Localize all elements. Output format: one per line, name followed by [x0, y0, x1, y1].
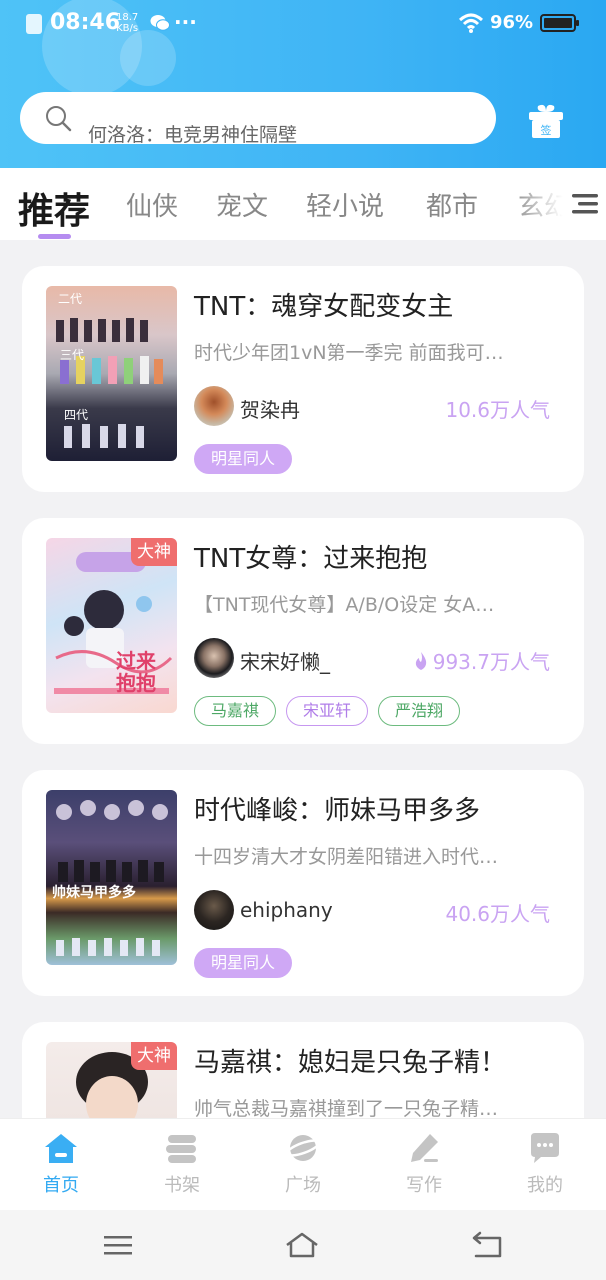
nav-bookshelf[interactable]: 书架: [142, 1131, 222, 1197]
net-speed: 18.7 KB/s: [116, 12, 138, 34]
search-placeholder: 何洛洛：电竞男神住隔壁: [88, 124, 298, 146]
avatar: [194, 890, 234, 930]
sim-icon: [26, 14, 42, 34]
book-title: 时代峰峻：师妹马甲多多: [194, 796, 481, 826]
category-menu-icon[interactable]: [568, 190, 602, 218]
back-icon[interactable]: [470, 1228, 506, 1262]
tag-list: 明星同人: [194, 444, 302, 474]
book-cover: 二代 三代 四代: [46, 286, 177, 461]
tab-recommend[interactable]: 推荐: [18, 182, 90, 234]
genre-tag[interactable]: 明星同人: [194, 444, 293, 474]
cover-caption: 三代: [60, 348, 85, 362]
nav-label: 书架: [164, 1175, 200, 1196]
flame-icon: [415, 652, 426, 670]
bookshelf-icon: [166, 1135, 196, 1163]
tab-chongwen[interactable]: 宠文: [216, 186, 268, 223]
book-card[interactable]: 过来抱抱 大神 TNT女尊：过来抱抱 【TNT现代女尊】A/B/O设定 女A… …: [22, 518, 584, 744]
popularity-value: 993.7万人气: [432, 650, 550, 674]
book-cover: 过来抱抱 大神: [46, 538, 177, 713]
net-speed-unit: KB/s: [116, 23, 139, 34]
nav-square[interactable]: 广场: [263, 1131, 343, 1197]
nav-home[interactable]: 首页: [21, 1131, 101, 1197]
author-name[interactable]: 宋宋好懒_: [240, 646, 330, 675]
book-description: 时代少年团1vN第一季完 前面我可…: [194, 342, 504, 364]
avatar: [194, 386, 234, 426]
wechat-icon: [150, 15, 170, 31]
genre-tag[interactable]: 明星同人: [194, 948, 293, 978]
status-time: 08:46: [50, 10, 121, 35]
tab-indicator: [38, 234, 71, 239]
book-description: 十四岁清大才女阴差阳错进入时代…: [194, 846, 499, 868]
status-bar: 08:46 18.7 KB/s ··· 96%: [0, 0, 606, 48]
home-button-icon[interactable]: [284, 1228, 320, 1262]
book-title: TNT：魂穿女配变女主: [194, 292, 454, 322]
nav-label: 我的: [527, 1175, 563, 1196]
wifi-icon: [458, 13, 484, 33]
popularity-count: 993.7万人气: [413, 646, 550, 675]
tab-light-novel[interactable]: 轻小说: [306, 186, 384, 223]
bottom-navigation: 首页 书架 广场 写作 我的: [0, 1118, 606, 1210]
book-description: 【TNT现代女尊】A/B/O设定 女A…: [194, 594, 495, 616]
author-name[interactable]: ehiphany: [240, 898, 333, 922]
nav-mine[interactable]: 我的: [505, 1131, 585, 1197]
cover-caption: 过来抱抱: [116, 649, 156, 695]
book-cover: 帅妹马甲多多: [46, 790, 177, 965]
character-tag[interactable]: 马嘉祺: [194, 696, 277, 726]
nav-label: 首页: [43, 1175, 79, 1196]
book-card[interactable]: 二代 三代 四代 TNT：魂穿女配变女主 时代少年团1vN第一季完 前面我可… …: [22, 266, 584, 492]
book-card[interactable]: 帅妹马甲多多 时代峰峻：师妹马甲多多 十四岁清大才女阴差阳错进入时代… ehip…: [22, 770, 584, 996]
category-tabs: 推荐 仙侠 宠文 轻小说 都市 玄幻: [0, 168, 606, 240]
battery-icon: [540, 14, 579, 32]
header: 08:46 18.7 KB/s ··· 96% 何洛洛：电竞男神住隔壁 签: [0, 0, 606, 168]
home-icon: [45, 1134, 77, 1163]
nav-label: 广场: [285, 1175, 321, 1196]
popularity-count: 40.6万人气: [445, 902, 550, 926]
tag-list: 明星同人: [194, 948, 302, 978]
tab-urban[interactable]: 都市: [426, 186, 478, 223]
book-title: TNT女尊：过来抱抱: [194, 544, 428, 574]
book-description: 帅气总裁马嘉祺撞到了一只兔子精…: [194, 1098, 499, 1120]
gift-icon[interactable]: 签: [526, 102, 566, 140]
cover-caption: 帅妹马甲多多: [52, 885, 136, 901]
character-tag[interactable]: 宋亚轩: [286, 696, 369, 726]
pencil-icon: [411, 1134, 438, 1162]
tab-xianxia[interactable]: 仙侠: [126, 186, 178, 223]
tag-list: 马嘉祺 宋亚轩 严浩翔: [194, 696, 470, 726]
author-name[interactable]: 贺染冉: [240, 394, 300, 423]
cover-caption: 四代: [64, 408, 89, 422]
battery-percent: 96%: [490, 12, 534, 33]
character-tag[interactable]: 严浩翔: [378, 696, 461, 726]
cover-caption: 二代: [58, 292, 83, 306]
master-badge: 大神: [131, 1042, 177, 1070]
search-icon: [46, 106, 72, 132]
master-badge: 大神: [131, 538, 177, 566]
more-dots-icon: ···: [174, 10, 197, 34]
popularity-count: 10.6万人气: [445, 398, 550, 422]
planet-icon: [285, 1135, 321, 1161]
chat-bubble-icon: [531, 1133, 559, 1163]
recent-apps-icon[interactable]: [100, 1228, 136, 1262]
gift-label: 签: [541, 123, 552, 137]
avatar: [194, 638, 234, 678]
search-bar[interactable]: 何洛洛：电竞男神住隔壁: [20, 92, 496, 146]
nav-label: 写作: [406, 1175, 442, 1196]
net-speed-value: 18.7: [116, 12, 139, 23]
nav-write[interactable]: 写作: [384, 1131, 464, 1197]
system-navigation-bar: [0, 1210, 606, 1280]
book-title: 马嘉祺：媳妇是只兔子精！: [194, 1048, 507, 1078]
